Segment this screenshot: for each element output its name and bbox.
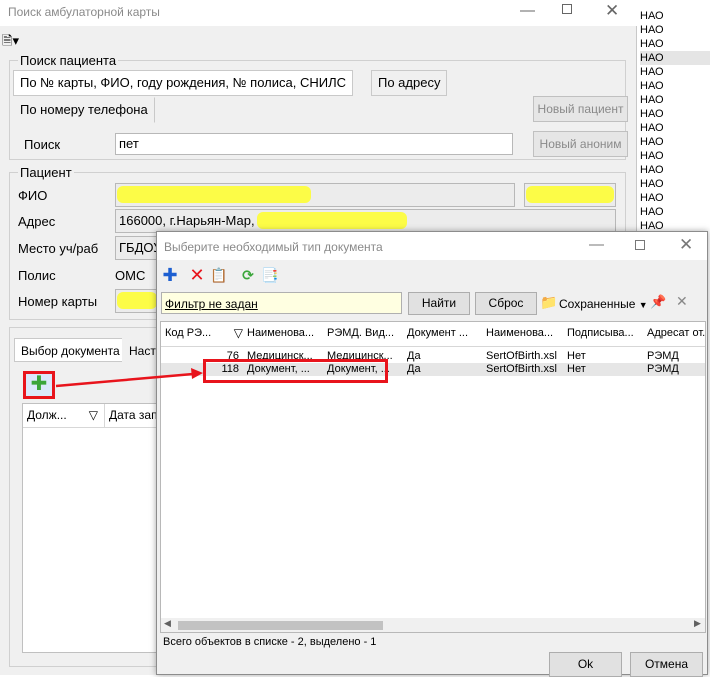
annotation-arrow <box>55 368 203 388</box>
